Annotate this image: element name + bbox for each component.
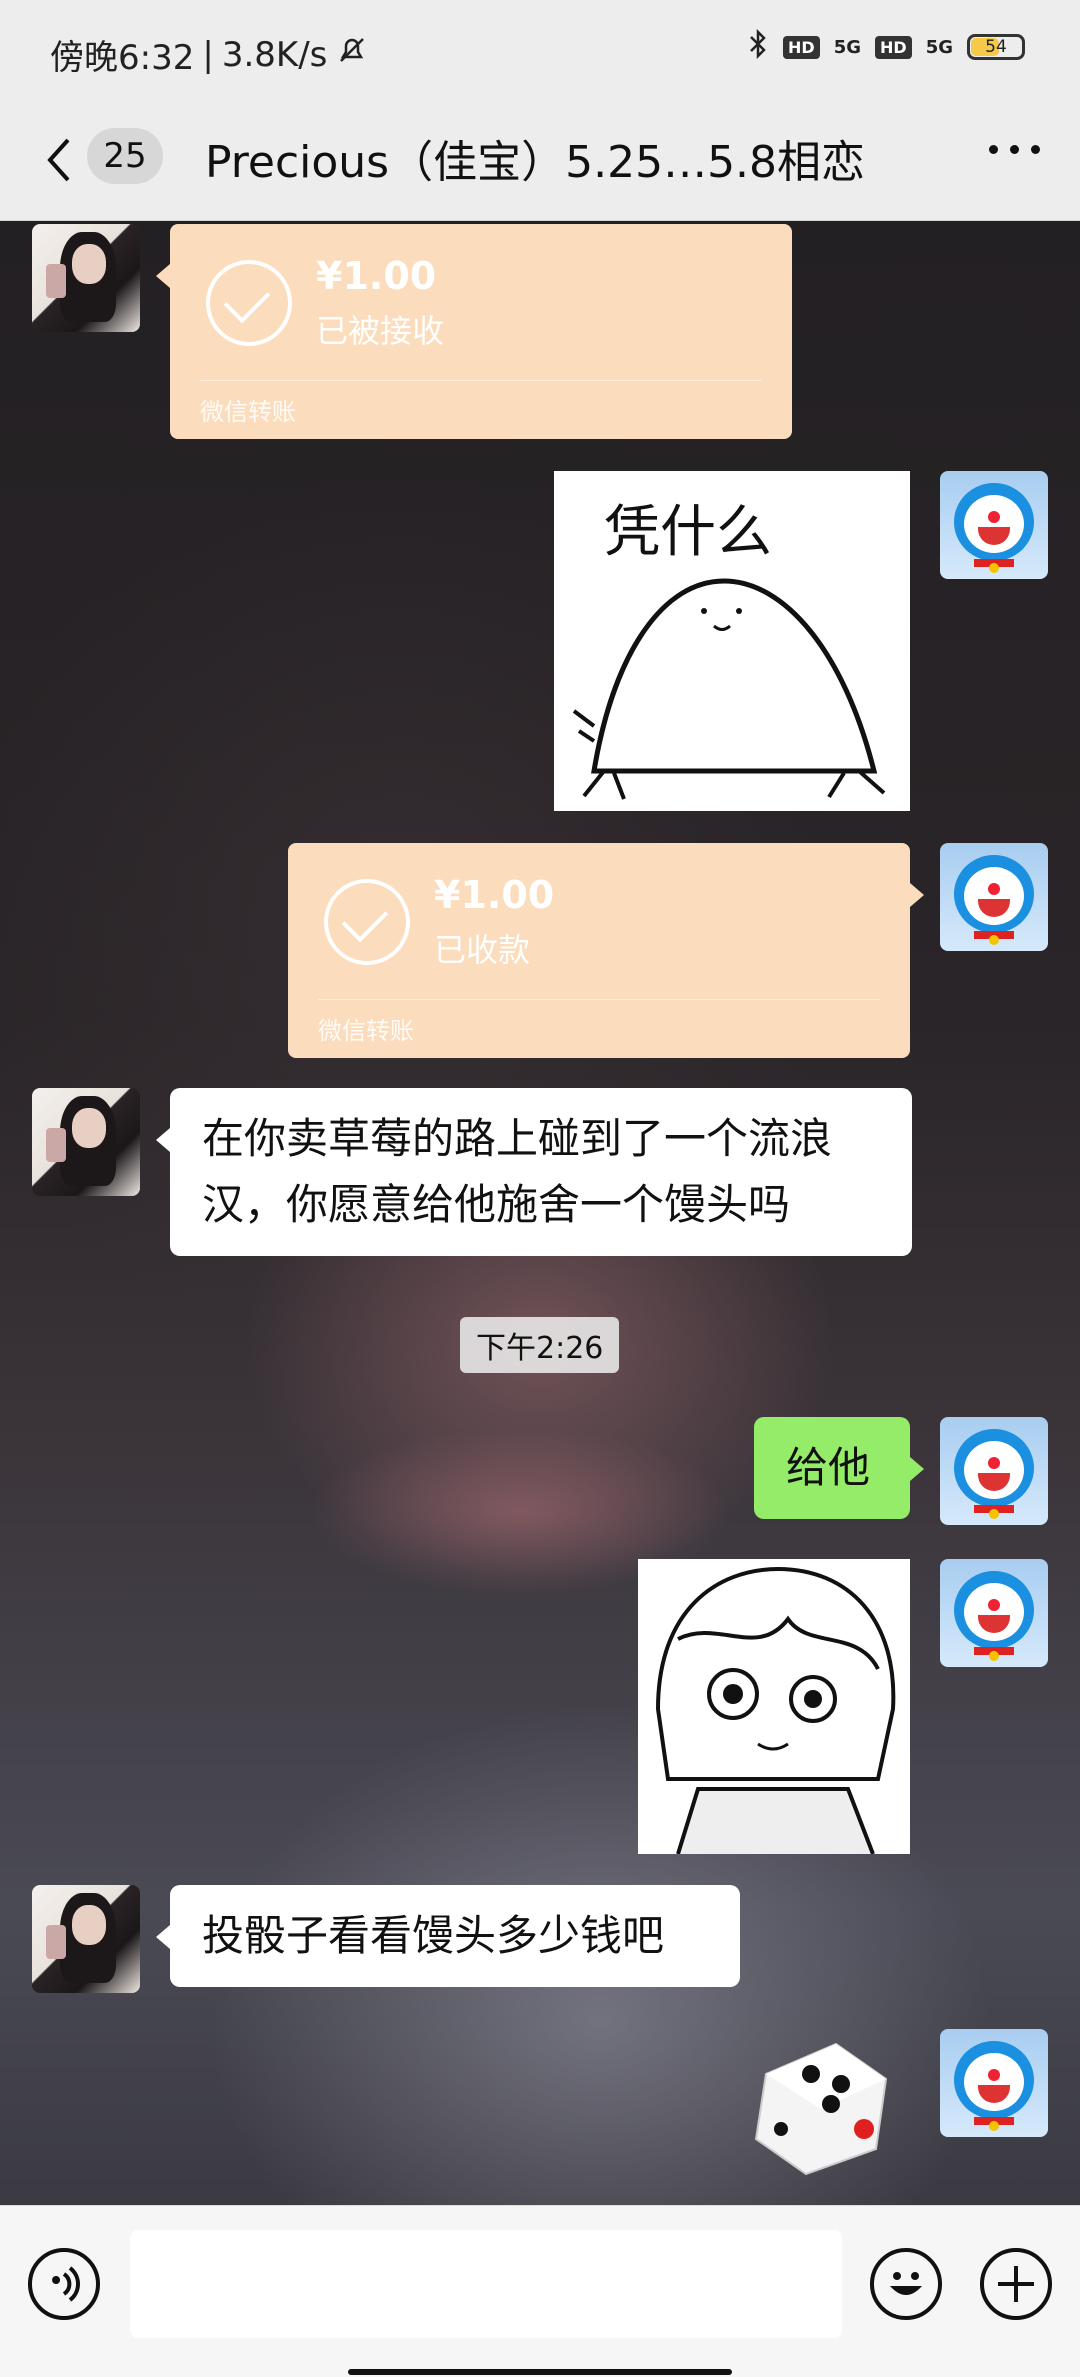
battery-level: 54 bbox=[985, 37, 1007, 57]
check-icon bbox=[206, 260, 292, 346]
my-avatar[interactable] bbox=[940, 1417, 1048, 1525]
message-text: 在你卖草莓的路上碰到了一个流浪汉，你愿意给他施舍一个馒头吗 bbox=[202, 1114, 833, 1229]
voice-icon[interactable] bbox=[28, 2248, 100, 2320]
status-bar: 傍晚6:32 | 3.8K/s HD 5G HD 5G 54 bbox=[0, 0, 1080, 100]
status-separator: | bbox=[202, 34, 214, 75]
emoji-icon[interactable] bbox=[870, 2248, 942, 2320]
dice-icon[interactable] bbox=[746, 2029, 896, 2179]
transfer-card[interactable]: ¥1.00 已收款 微信转账 bbox=[288, 843, 924, 1058]
bluetooth-icon bbox=[747, 28, 769, 66]
add-icon[interactable] bbox=[980, 2248, 1052, 2320]
sticker-anime[interactable] bbox=[638, 1559, 910, 1854]
more-dots-icon[interactable] bbox=[989, 145, 1040, 154]
signal-1: 5G bbox=[833, 36, 862, 58]
transfer-status: 已被接收 bbox=[316, 312, 445, 350]
hd-badge-1: HD bbox=[783, 35, 820, 59]
bell-mute-icon bbox=[335, 33, 369, 76]
message-text: 给他 bbox=[786, 1443, 871, 1492]
home-indicator[interactable] bbox=[348, 2369, 732, 2375]
message-timestamp: 下午2:26 bbox=[460, 1317, 620, 1373]
signal-2: 5G bbox=[925, 36, 953, 58]
my-avatar[interactable] bbox=[940, 471, 1048, 579]
transfer-card[interactable]: ¥1.00 已被接收 微信转账 bbox=[156, 224, 792, 439]
my-avatar[interactable] bbox=[940, 843, 1048, 951]
message-text: 投骰子看看馒头多少钱吧 bbox=[202, 1911, 665, 1960]
back-arrow-icon[interactable] bbox=[40, 130, 90, 190]
message-bubble[interactable]: 在你卖草莓的路上碰到了一个流浪汉，你愿意给他施舍一个馒头吗 bbox=[156, 1088, 912, 1256]
message-input[interactable] bbox=[130, 2230, 842, 2338]
transfer-amount: ¥1.00 bbox=[316, 254, 437, 298]
unread-count-badge[interactable]: 25 bbox=[87, 128, 163, 184]
my-avatar[interactable] bbox=[940, 2029, 1048, 2137]
partner-avatar[interactable] bbox=[32, 1885, 140, 1993]
transfer-status: 已收款 bbox=[434, 931, 531, 969]
status-speed: 3.8K/s bbox=[221, 34, 328, 75]
status-time: 傍晚6:32 bbox=[50, 38, 195, 78]
chat-area[interactable]: ¥1.00 已被接收 微信转账 凭什么 ¥1.00 已收款 微信转账 在你卖草莓 bbox=[0, 221, 1080, 2205]
status-left: 傍晚6:32 | 3.8K/s bbox=[50, 30, 369, 79]
partner-avatar[interactable] bbox=[32, 1088, 140, 1196]
sticker-pingshenme[interactable]: 凭什么 bbox=[554, 471, 910, 811]
chat-header: 25 Precious（佳宝）5.25…5.8相恋 bbox=[0, 100, 1080, 221]
message-bubble[interactable]: 给他 bbox=[754, 1417, 924, 1519]
hd-badge-2: HD bbox=[875, 35, 912, 59]
message-bubble[interactable]: 投骰子看看馒头多少钱吧 bbox=[156, 1885, 740, 1987]
status-right: HD 5G HD 5G 54 bbox=[747, 28, 1025, 66]
sticker-text: 凭什么 bbox=[604, 500, 772, 565]
my-avatar[interactable] bbox=[940, 1559, 1048, 1667]
transfer-footer: 微信转账 bbox=[200, 398, 296, 426]
check-icon bbox=[324, 879, 410, 965]
partner-avatar[interactable] bbox=[32, 224, 140, 332]
battery-icon: 54 bbox=[967, 34, 1025, 60]
chat-title: Precious（佳宝）5.25…5.8相恋 bbox=[205, 137, 866, 188]
input-bar bbox=[0, 2205, 1080, 2377]
transfer-amount: ¥1.00 bbox=[434, 873, 555, 917]
transfer-footer: 微信转账 bbox=[318, 1017, 414, 1045]
